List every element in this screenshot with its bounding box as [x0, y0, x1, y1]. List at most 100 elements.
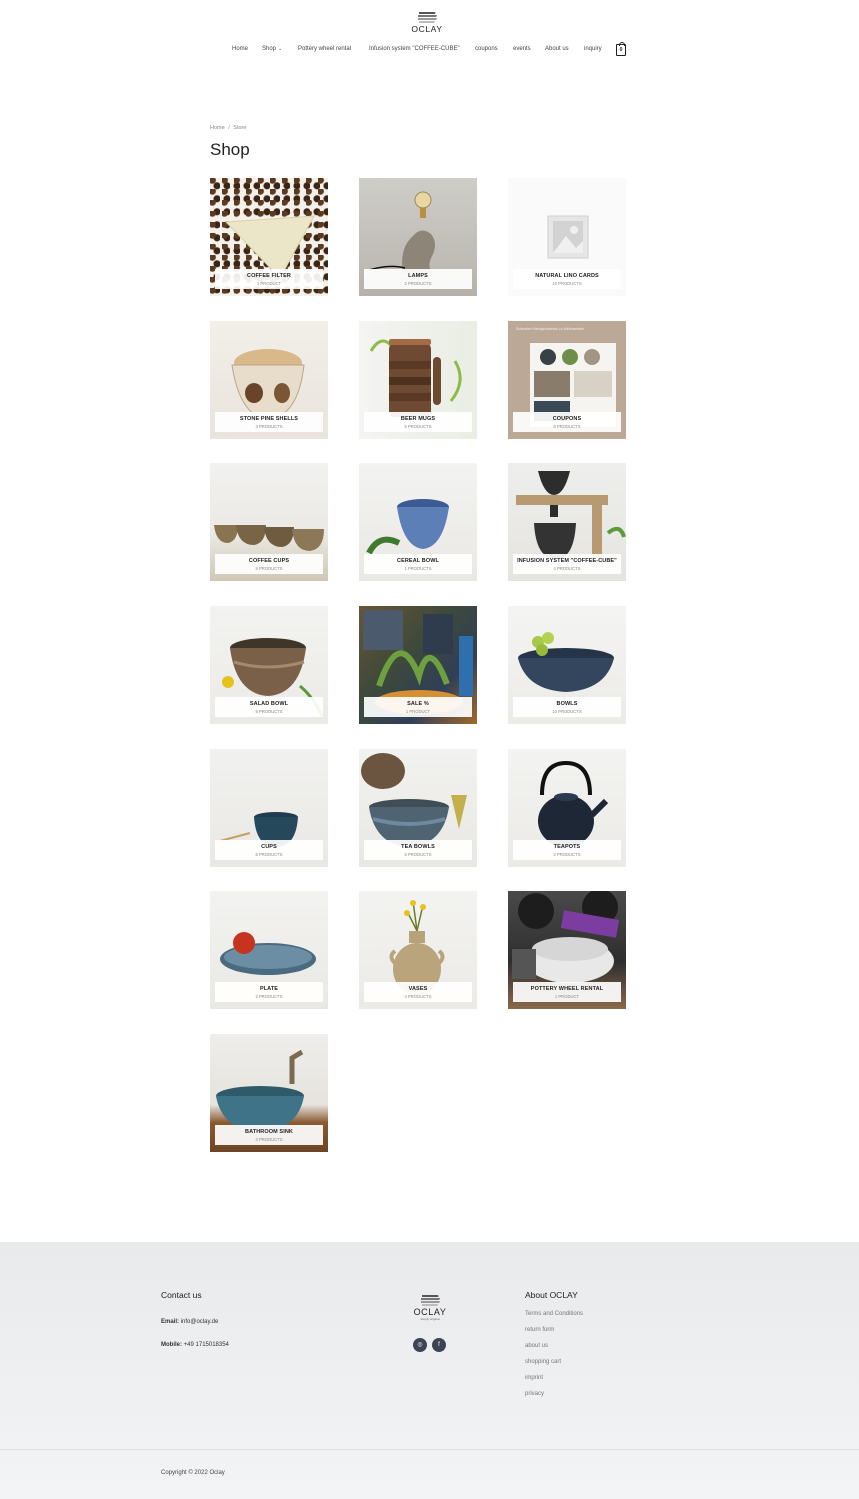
category-count: 2 PRODUCTS — [255, 994, 283, 999]
category-count: 1 PRODUCT — [405, 709, 431, 714]
footer-email-label: Email: — [161, 1319, 180, 1325]
main-nav: Home Shop ⌄ Pottery wheel rental Infusion… — [0, 46, 859, 58]
category-count: 6 PRODUCTS — [404, 852, 432, 857]
category-count: 3 PRODUCTS — [255, 424, 283, 429]
category-infusion-system[interactable]: INFUSION SYSTEM "COFFEE-CUBE" 4 PRODUCTS — [508, 463, 626, 581]
category-count: 5 PRODUCTS — [255, 709, 283, 714]
category-label: INFUSION SYSTEM "COFFEE-CUBE" 4 PRODUCTS — [513, 554, 621, 574]
category-bowls[interactable]: BOWLS 10 PRODUCTS — [508, 606, 626, 724]
nav-infusion-system[interactable]: Infusion system "COFFEE-CUBE" — [369, 46, 460, 52]
category-label: LAMPS 2 PRODUCTS — [364, 269, 472, 289]
category-label: COUPONS 6 PRODUCTS — [513, 412, 621, 432]
footer-link-return-form[interactable]: return form — [525, 1327, 554, 1333]
footer-link-shopping-cart[interactable]: shopping cart — [525, 1359, 561, 1365]
category-label: TEA BOWLS 6 PRODUCTS — [364, 840, 472, 860]
category-label: VASES 4 PRODUCTS — [364, 982, 472, 1002]
facebook-icon[interactable]: f — [432, 1338, 446, 1352]
breadcrumb-home[interactable]: Home — [210, 125, 225, 131]
footer-contact-title: Contact us — [161, 1290, 202, 1300]
category-name: CUPS — [261, 844, 277, 850]
footer-link-terms[interactable]: Terms and Conditions — [525, 1311, 583, 1317]
category-label: TEAPOTS 2 PRODUCTS — [513, 840, 621, 860]
category-count: 5 PRODUCTS — [404, 424, 432, 429]
category-natural-lino-cards[interactable]: NATURAL LINO CARDS 10 PRODUCTS — [508, 178, 626, 296]
category-cups[interactable]: CUPS 6 PRODUCTS — [210, 749, 328, 867]
category-count: 6 PRODUCTS — [553, 424, 581, 429]
category-name: BOWLS — [556, 701, 578, 707]
category-name: BEER MUGS — [400, 416, 436, 422]
category-beer-mugs[interactable]: BEER MUGS 5 PRODUCTS — [359, 321, 477, 439]
site-header: OCLAY Home Shop ⌄ Pottery wheel rental In… — [0, 0, 859, 70]
category-label: BEER MUGS 5 PRODUCTS — [364, 412, 472, 432]
category-label: POTTERY WHEEL RENTAL 1 PRODUCT — [513, 982, 621, 1002]
footer-link-imprint[interactable]: imprint — [525, 1375, 543, 1381]
footer-link-privacy[interactable]: privacy — [525, 1391, 544, 1397]
category-teapots[interactable]: TEAPOTS 2 PRODUCTS — [508, 749, 626, 867]
footer-divider — [0, 1449, 859, 1450]
nav-home[interactable]: Home — [232, 46, 248, 52]
category-count: 1 PRODUCT — [256, 281, 282, 286]
page-title: Shop — [210, 140, 250, 159]
category-cereal-bowl[interactable]: CEREAL BOWL 1 PRODUCTS — [359, 463, 477, 581]
nav-shop[interactable]: Shop ⌄ — [262, 46, 282, 52]
category-name: SALE % — [407, 701, 429, 707]
category-label: CEREAL BOWL 1 PRODUCTS — [364, 554, 472, 574]
category-count: 10 PRODUCTS — [552, 709, 582, 714]
category-vases[interactable]: VASES 4 PRODUCTS — [359, 891, 477, 1009]
category-bathroom-sink[interactable]: BATHROOM SINK 3 PRODUCTS — [210, 1034, 328, 1152]
category-label: PLATE 2 PRODUCTS — [215, 982, 323, 1002]
category-count: 2 PRODUCTS — [553, 852, 581, 857]
category-plate[interactable]: PLATE 2 PRODUCTS — [210, 891, 328, 1009]
category-label: SALAD BOWL 5 PRODUCTS — [215, 697, 323, 717]
instagram-icon[interactable]: ◎ — [413, 1338, 427, 1352]
nav-inquiry[interactable]: inquiry — [584, 46, 602, 52]
breadcrumb-separator: / — [228, 125, 230, 131]
footer-link-about-us[interactable]: about us — [525, 1343, 548, 1349]
category-name: TEA BOWLS — [401, 844, 435, 850]
footer-logo[interactable]: OCLAY simply original — [412, 1293, 448, 1321]
category-name: PLATE — [259, 986, 279, 992]
category-label: CUPS 6 PRODUCTS — [215, 840, 323, 860]
cart-icon[interactable]: 0 — [616, 42, 626, 56]
coupon-banner-text: Schenken Handgemachtes zu Weihnachten — [516, 327, 585, 331]
category-count: 1 PRODUCTS — [404, 566, 432, 571]
category-label: BOWLS 10 PRODUCTS — [513, 697, 621, 717]
nav-pottery-wheel-rental[interactable]: Pottery wheel rental — [298, 46, 351, 52]
cart-count: 0 — [619, 47, 623, 53]
footer-mobile-value[interactable]: +49 1715018354 — [184, 1342, 229, 1348]
chevron-down-icon: ⌄ — [278, 46, 283, 52]
category-salad-bowl[interactable]: SALAD BOWL 5 PRODUCTS — [210, 606, 328, 724]
category-count: 6 PRODUCTS — [255, 852, 283, 857]
logo-mark-icon — [418, 12, 437, 23]
footer-logo-tagline: simply original — [420, 1317, 440, 1321]
category-label: SALE % 1 PRODUCT — [364, 697, 472, 717]
nav-events[interactable]: events — [513, 46, 531, 52]
category-stone-pine-shells[interactable]: STONE PINE SHELLS 3 PRODUCTS — [210, 321, 328, 439]
category-coupons[interactable]: Schenken Handgemachtes zu Weihnachten CO… — [508, 321, 626, 439]
category-pottery-wheel-rental[interactable]: POTTERY WHEEL RENTAL 1 PRODUCT — [508, 891, 626, 1009]
category-label: COFFEE CUPS 8 PRODUCTS — [215, 554, 323, 574]
breadcrumb: Home / Store — [210, 125, 248, 131]
footer-email-value[interactable]: info@oclay.de — [181, 1319, 219, 1325]
category-coffee-filter[interactable]: COFFEE FILTER 1 PRODUCT — [210, 178, 328, 296]
category-label: BATHROOM SINK 3 PRODUCTS — [215, 1125, 323, 1145]
logo-text: OCLAY — [411, 24, 443, 34]
footer-mobile-label: Mobile: — [161, 1342, 182, 1348]
category-sale[interactable]: SALE % 1 PRODUCT — [359, 606, 477, 724]
nav-coupons[interactable]: coupons — [475, 46, 498, 52]
nav-shop-label: Shop — [262, 46, 277, 52]
site-footer — [0, 1242, 859, 1499]
category-tea-bowls[interactable]: TEA BOWLS 6 PRODUCTS — [359, 749, 477, 867]
category-lamps[interactable]: LAMPS 2 PRODUCTS — [359, 178, 477, 296]
copyright: Copyright © 2022 Oclay — [161, 1470, 225, 1476]
category-count: 4 PRODUCTS — [553, 566, 581, 571]
nav-about-us[interactable]: About us — [545, 46, 569, 52]
site-logo[interactable]: OCLAY — [407, 10, 447, 38]
category-name: SALAD BOWL — [249, 701, 289, 707]
category-label: STONE PINE SHELLS 3 PRODUCTS — [215, 412, 323, 432]
category-name: STONE PINE SHELLS — [239, 416, 299, 422]
category-count: 2 PRODUCTS — [404, 281, 432, 286]
category-name: COFFEE CUPS — [248, 558, 290, 564]
category-count: 3 PRODUCTS — [255, 1137, 283, 1142]
category-coffee-cups[interactable]: COFFEE CUPS 8 PRODUCTS — [210, 463, 328, 581]
